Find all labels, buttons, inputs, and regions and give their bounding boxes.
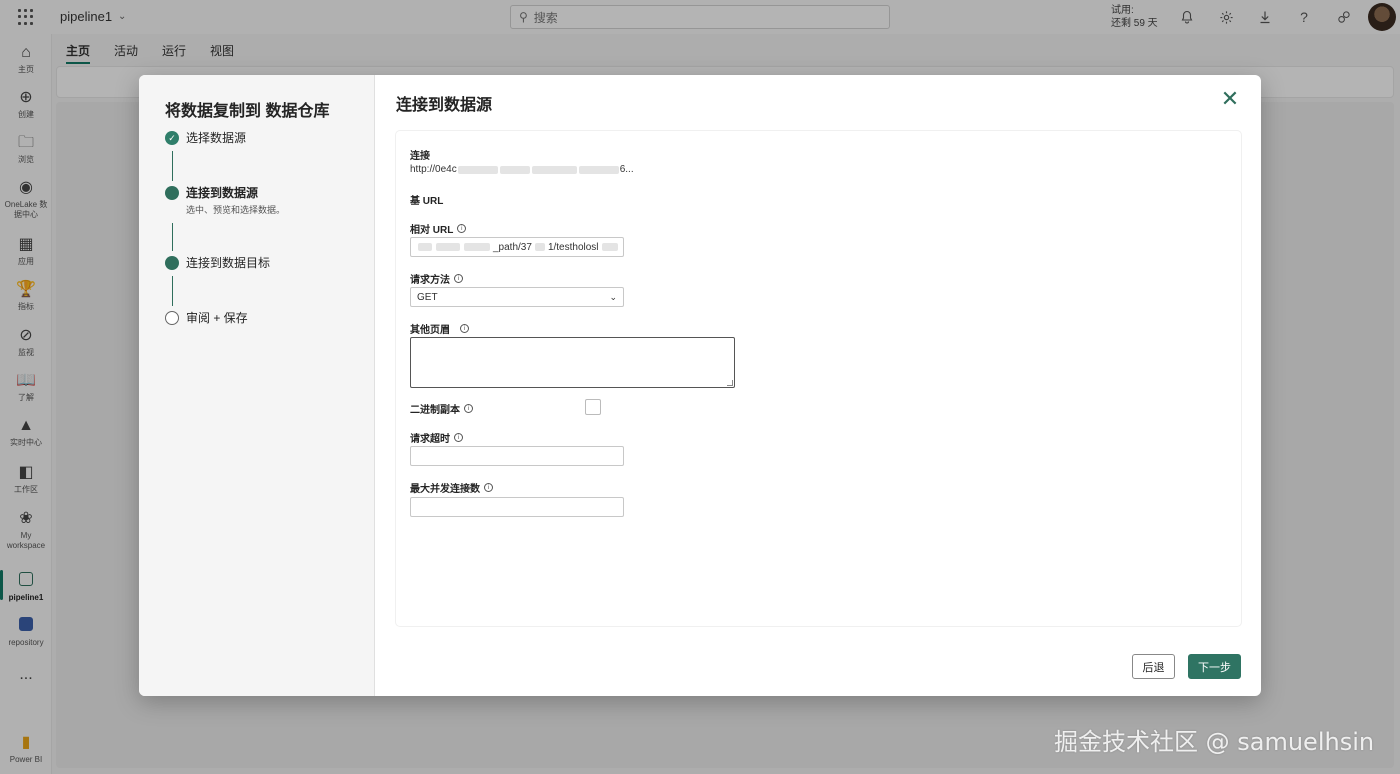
step-label: 连接到数据目标 (186, 256, 271, 270)
step-label: 选择数据源 (186, 131, 247, 145)
step-connector (172, 276, 173, 306)
step-connect-source: 连接到数据源 选中、预览和选择数据。 (165, 186, 285, 216)
resize-handle-icon[interactable] (727, 380, 733, 386)
step-label: 连接到数据源 (186, 186, 259, 200)
current-step-icon (165, 186, 179, 200)
connection-value: http://0e4c 6... (410, 164, 634, 175)
step-choose-source: ✓ 选择数据源 (165, 131, 246, 145)
step-empty-icon (165, 311, 179, 325)
connection-form: 连接 http://0e4c 6... 基 URL 相对 URL i _path… (396, 131, 1241, 626)
step-label: 审阅 + 保存 (186, 311, 248, 325)
watermark: 掘金技术社区 @ samuelhsin (1054, 728, 1375, 756)
relative-url-label-row: 相对 URL i (410, 221, 467, 236)
redacted-text (418, 243, 432, 251)
connection-label: 连接 (410, 151, 430, 162)
copy-data-dialog: 将数据复制到 数据仓库 ✓ 选择数据源 连接到数据源 选中、预览和选择数据。 连… (139, 75, 1261, 696)
redacted-text (578, 165, 619, 174)
binary-copy-label: 二进制副本 (410, 405, 460, 416)
relative-url-value-mid: _path/37 (493, 241, 532, 253)
step-description: 选中、预览和选择数据。 (186, 205, 286, 215)
redacted-text (464, 243, 490, 251)
timeout-label: 请求超时 (410, 434, 450, 445)
max-connections-label-row: 最大并发连接数 i (410, 480, 493, 495)
relative-url-value-tail: 1/testholosl (547, 241, 599, 253)
close-icon[interactable]: ✕ (1219, 88, 1241, 110)
info-icon[interactable]: i (460, 324, 469, 333)
timeout-input[interactable] (410, 446, 624, 466)
max-connections-label: 最大并发连接数 (410, 484, 480, 495)
redacted-text (601, 243, 618, 251)
headers-label-row: 其他页眉 i (410, 321, 469, 336)
method-select[interactable]: GET ⌄ (410, 287, 624, 307)
redacted-text (457, 165, 498, 174)
back-button[interactable]: 后退 (1132, 654, 1175, 679)
method-value: GET (417, 291, 438, 303)
headers-textarea[interactable] (410, 337, 735, 388)
chevron-down-icon: ⌄ (609, 291, 617, 302)
step-review-save: 审阅 + 保存 (165, 311, 248, 325)
redacted-text (531, 165, 577, 174)
info-icon[interactable]: i (457, 224, 467, 233)
info-icon[interactable]: i (484, 483, 493, 492)
wizard-steps-panel: 将数据复制到 数据仓库 ✓ 选择数据源 连接到数据源 选中、预览和选择数据。 连… (139, 75, 375, 696)
step-connect-destination: 连接到数据目标 (165, 256, 270, 270)
binary-copy-checkbox[interactable] (585, 399, 601, 415)
checkmark-icon: ✓ (165, 131, 179, 145)
relative-url-label: 相对 URL (410, 225, 454, 236)
connection-value-suffix: 6... (619, 164, 634, 175)
connection-value-prefix: http://0e4c (410, 164, 457, 175)
next-button[interactable]: 下一步 (1188, 654, 1241, 679)
method-label: 请求方法 (410, 275, 450, 286)
step-dot-icon (165, 256, 179, 270)
info-icon[interactable]: i (454, 433, 463, 442)
headers-label: 其他页眉 (410, 325, 450, 336)
info-icon[interactable]: i (464, 404, 473, 413)
redacted-text (436, 243, 460, 251)
max-connections-input[interactable] (410, 497, 624, 517)
wizard-title: 将数据复制到 数据仓库 (165, 103, 330, 120)
step-connector (172, 223, 173, 251)
redacted-text (499, 165, 530, 174)
step-connector (172, 151, 173, 181)
timeout-label-row: 请求超时 i (410, 430, 463, 445)
relative-url-input[interactable]: _path/37 1/testholosl (410, 237, 624, 257)
redacted-text (534, 243, 545, 251)
dialog-title: 连接到数据源 (396, 97, 493, 114)
method-label-row: 请求方法 i (410, 271, 463, 286)
base-url-label: 基 URL (410, 196, 444, 207)
info-icon[interactable]: i (454, 274, 463, 283)
binary-copy-label-row: 二进制副本 i (410, 401, 473, 416)
